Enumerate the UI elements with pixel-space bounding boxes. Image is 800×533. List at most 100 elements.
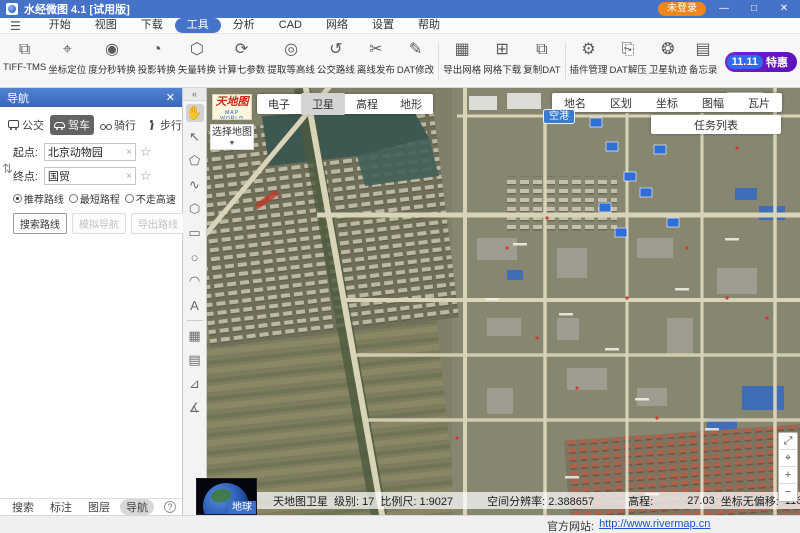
toolbar-icon: ⎘ — [622, 37, 635, 62]
tiff-tms-button[interactable]: ⧉ TIFF-TMS — [2, 36, 47, 87]
toggle-mapsheets[interactable]: 图幅 — [690, 95, 736, 111]
menu-item-start[interactable]: 开始 — [37, 18, 83, 33]
toolbar-icon: ▤ — [696, 37, 711, 62]
end-input[interactable]: 国贸 × — [44, 167, 136, 185]
arc-tool[interactable]: ◠ — [186, 272, 204, 290]
extract-contours-button[interactable]: ◎ 提取等高线 — [266, 36, 316, 87]
export-grid-button[interactable]: ▦ 导出网格 — [442, 36, 482, 87]
promo-badge[interactable]: 11.11 特惠 — [725, 52, 797, 72]
offline-publish-button[interactable]: ✂ 离线发布 — [356, 36, 396, 87]
start-label: 起点: — [13, 144, 44, 160]
seven-params-button[interactable]: ⟳ 计算七参数 — [217, 36, 267, 87]
grid-select-tool[interactable]: ▦ — [186, 327, 204, 345]
official-site-link[interactable]: http://www.rivermap.cn — [599, 518, 710, 533]
layer-satellite[interactable]: 卫星 — [301, 93, 345, 115]
circle-tool[interactable]: ○ — [186, 248, 204, 266]
menu-item-tools[interactable]: 工具 — [175, 18, 221, 33]
window-title: 水经微图 4.1 [试用版] — [24, 1, 130, 17]
maximize-button[interactable]: □ — [742, 1, 766, 17]
favorite-end-icon[interactable]: ☆ — [140, 168, 152, 184]
map-status-bar: 天地图卫星 级别: 17 比例尺: 1:9027 空间分辨率: 2.388657… — [207, 492, 800, 509]
simulate-nav-button[interactable]: 模拟导航 — [72, 213, 126, 234]
dat-edit-button[interactable]: ✎ DAT修改 — [396, 36, 435, 87]
mode-driving[interactable]: 驾车 — [50, 115, 94, 135]
panel-bottom-tabs: 搜索标注图层导航 ? — [0, 498, 182, 515]
clear-start-icon[interactable]: × — [126, 147, 132, 158]
layer-terrain[interactable]: 地形 — [389, 93, 433, 115]
panel-close-icon[interactable]: ✕ — [166, 91, 175, 104]
mode-walking[interactable]: 步行 — [142, 115, 186, 135]
zoom-in-button[interactable]: + — [779, 467, 797, 484]
minimize-button[interactable]: — — [712, 1, 736, 17]
fullscreen-button[interactable]: ⤢ — [779, 433, 797, 450]
coordinate-locate-button[interactable]: ⌖ 坐标定位 — [47, 36, 87, 87]
plugin-manager-button[interactable]: ⚙ 插件管理 — [569, 36, 609, 87]
mapsheet-tool[interactable]: ▤ — [186, 351, 204, 369]
globe-thumbnail[interactable]: 地球 — [196, 478, 257, 515]
memo-button[interactable]: ▤ 备忘录 — [688, 36, 719, 87]
collapse-panel-button[interactable]: « — [183, 88, 206, 101]
projection-convert-button[interactable]: ◔ 投影转换 — [137, 36, 177, 87]
grid-download-button[interactable]: ⊞ 网格下载 — [482, 36, 522, 87]
bus-routes-button[interactable]: ↺ 公交路线 — [316, 36, 356, 87]
tool-separator[interactable] — [187, 320, 203, 321]
tab-navigation[interactable]: 导航 — [120, 499, 154, 515]
toolbar-icon: ⚙ — [581, 37, 595, 62]
menu-item-help[interactable]: 帮助 — [406, 18, 452, 33]
vector-convert-button[interactable]: ⬡ 矢量转换 — [177, 36, 217, 87]
copy-dat-button[interactable]: ⧉ 复制DAT — [522, 36, 561, 87]
task-list-button[interactable]: 任务列表 — [651, 115, 781, 134]
menu-item-network[interactable]: 网络 — [314, 18, 360, 33]
search-route-button[interactable]: 搜索路线 — [13, 213, 67, 234]
travel-mode-icon — [8, 120, 19, 130]
tab-layers[interactable]: 图层 — [82, 499, 116, 515]
option-recommended-route[interactable]: 推荐路线 — [13, 191, 64, 206]
rectangle-tool[interactable]: ▭ — [186, 224, 204, 242]
option-no-highway[interactable]: 不走高速 — [125, 191, 176, 206]
menu-item-download[interactable]: 下载 — [129, 18, 175, 33]
lasso-select-tool[interactable]: ⬠ — [186, 152, 204, 170]
hamburger-menu-icon[interactable]: ☰ — [10, 19, 21, 33]
toggle-tiles[interactable]: 瓦片 — [736, 95, 782, 111]
polygon-tool[interactable]: ⬡ — [186, 200, 204, 218]
select-map-button[interactable]: 选择地图 ▼ — [210, 124, 254, 150]
mode-transit[interactable]: 公交 — [4, 115, 48, 135]
toolbar-separator[interactable] — [565, 43, 566, 80]
option-shortest-route[interactable]: 最短路程 — [69, 191, 120, 206]
layer-electronic[interactable]: 电子 — [257, 93, 301, 115]
menu-item-settings[interactable]: 设置 — [360, 18, 406, 33]
dat-unzip-button[interactable]: ⎘ DAT解压 — [609, 36, 648, 87]
menu-item-analysis[interactable]: 分析 — [221, 18, 267, 33]
mode-cycling[interactable]: 骑行 — [96, 115, 140, 135]
toolbar-separator[interactable] — [438, 43, 439, 80]
satellite-track-button[interactable]: ❂ 卫星轨迹 — [648, 36, 688, 87]
pan-tool[interactable]: ✋ — [186, 104, 204, 122]
clear-end-icon[interactable]: × — [126, 171, 132, 182]
status-source: 天地图卫星 — [273, 493, 328, 509]
tab-annotate[interactable]: 标注 — [44, 499, 78, 515]
toggle-districts[interactable]: 区划 — [598, 95, 644, 111]
menu-item-cad[interactable]: CAD — [267, 18, 314, 33]
login-status-badge[interactable]: 未登录 — [658, 2, 706, 16]
tab-search[interactable]: 搜索 — [6, 499, 40, 515]
measure-tool[interactable]: ⊿ — [186, 375, 204, 393]
polyline-tool[interactable]: ∿ — [186, 176, 204, 194]
close-button[interactable]: ✕ — [772, 1, 796, 17]
slope-tool[interactable]: ∡ — [186, 399, 204, 417]
export-route-button[interactable]: 导出路线 — [131, 213, 185, 234]
help-icon[interactable]: ? — [164, 501, 176, 513]
airport-map-label: 空港 — [543, 109, 575, 124]
text-tool[interactable]: A — [186, 296, 204, 314]
toggle-coordinates[interactable]: 坐标 — [644, 95, 690, 111]
layer-elevation[interactable]: 高程 — [345, 93, 389, 115]
menu-item-view[interactable]: 视图 — [83, 18, 129, 33]
start-input[interactable]: 北京动物园 × — [44, 143, 136, 161]
dms-convert-button[interactable]: ◉ 度分秒转换 — [87, 36, 137, 87]
favorite-start-icon[interactable]: ☆ — [140, 144, 152, 160]
app-window: 水经微图 4.1 [试用版] 未登录 — □ ✕ ☰ 开始视图下载工具分析CAD… — [0, 0, 800, 533]
swap-endpoints-icon[interactable]: ⇅ — [2, 143, 13, 234]
map-viewport[interactable]: 天地图 MAP WORLD 选择地图 ▼ 电子卫星高程地形 地名区划坐标图幅瓦片… — [207, 88, 800, 515]
zoom-out-button[interactable]: − — [779, 484, 797, 501]
select-tool[interactable]: ↖ — [186, 128, 204, 146]
locate-button[interactable]: ⌖ — [779, 450, 797, 467]
